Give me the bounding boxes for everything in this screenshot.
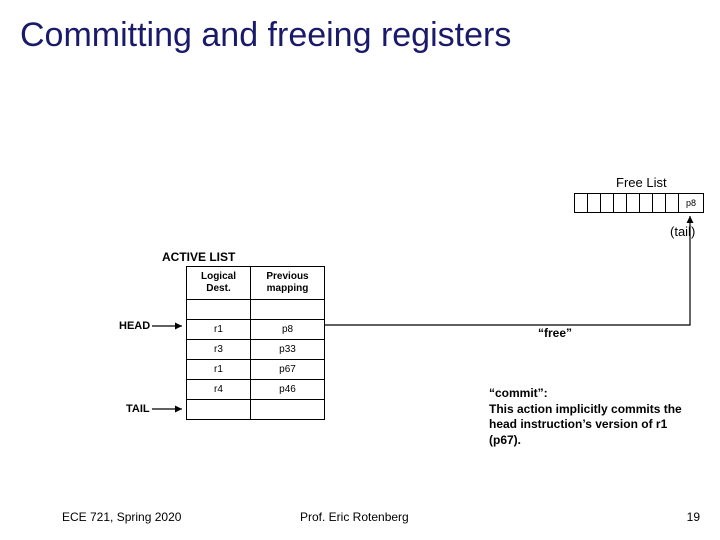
page-title: Committing and freeing registers — [0, 0, 720, 55]
table-row: r1 p67 — [187, 360, 325, 380]
free-list-cell — [588, 194, 601, 212]
footer-page: 19 — [687, 510, 700, 524]
cell-prev: p33 — [251, 340, 325, 360]
free-list-cell — [601, 194, 614, 212]
free-list-cell — [653, 194, 666, 212]
free-list-grid: p8 — [574, 193, 704, 213]
head-pointer-label: HEAD — [119, 320, 150, 332]
table-row: r1 p8 — [187, 320, 325, 340]
free-list-cell — [627, 194, 640, 212]
cell-logical: r4 — [187, 380, 251, 400]
cell-logical: r3 — [187, 340, 251, 360]
table-header-logical: Logical Dest. — [187, 267, 251, 300]
spacer-cell — [187, 300, 251, 320]
footer-course: ECE 721, Spring 2020 — [62, 510, 181, 524]
spacer-cell — [251, 400, 325, 420]
cell-logical: r1 — [187, 360, 251, 380]
tail-pointer-label: TAIL — [126, 403, 150, 415]
free-list-cell — [575, 194, 588, 212]
commit-annotation: “commit”: This action implicitly commits… — [489, 386, 689, 448]
footer-author: Prof. Eric Rotenberg — [300, 510, 409, 524]
table-header-prev: Previous mapping — [251, 267, 325, 300]
free-list-entry: p8 — [679, 194, 703, 212]
table-row: r4 p46 — [187, 380, 325, 400]
arrows-overlay — [0, 0, 720, 540]
free-list-cell — [614, 194, 627, 212]
cell-prev: p67 — [251, 360, 325, 380]
active-list-label: ACTIVE LIST — [162, 250, 235, 264]
spacer-cell — [187, 400, 251, 420]
free-list-tail-label: (tail) — [670, 224, 695, 239]
spacer-cell — [251, 300, 325, 320]
cell-logical: r1 — [187, 320, 251, 340]
free-annotation: “free” — [538, 326, 572, 340]
free-list-label: Free List — [616, 175, 667, 190]
table-row: r3 p33 — [187, 340, 325, 360]
free-list-cell — [666, 194, 679, 212]
free-list-cell — [640, 194, 653, 212]
cell-prev: p46 — [251, 380, 325, 400]
active-list-table: Logical Dest. Previous mapping r1 p8 r3 … — [186, 266, 325, 420]
cell-prev: p8 — [251, 320, 325, 340]
